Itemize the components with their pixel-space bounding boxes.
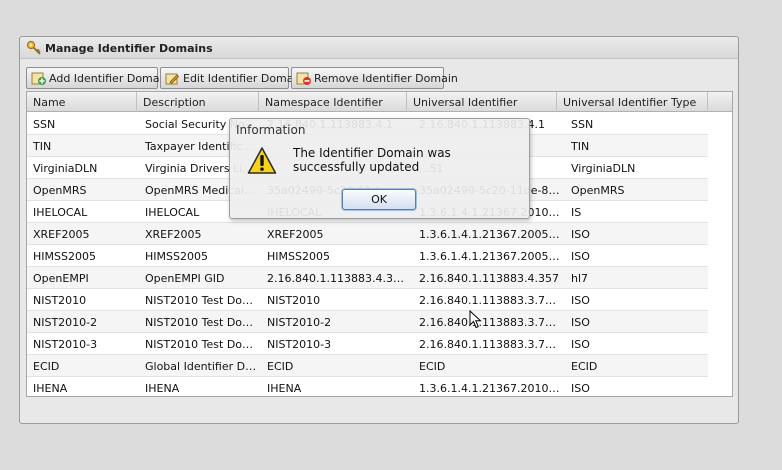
table-cell: 2.16.840.1.113883.3.72.5.9.2: [419, 316, 561, 329]
dialog-message: The Identifier Domain was successfully u…: [293, 146, 451, 174]
table-cell: OpenEMPI GID: [145, 272, 225, 285]
column-header-name[interactable]: Name: [27, 92, 137, 112]
key-icon: [26, 40, 41, 55]
table-cell: ISO: [571, 338, 590, 351]
table-cell: VirginiaDLN: [33, 162, 98, 175]
table-row[interactable]: IHENA IHENA IHENA 1.3.6.1.4.1.21367.2010.1.…: [27, 377, 708, 396]
table-cell: 2.16.840.1.113883.3.72.5.9.1: [419, 294, 561, 307]
add-identifier-domain-button[interactable]: Add Identifier Domain: [26, 67, 170, 89]
table-cell: NIST2010 Test Dom...: [145, 338, 257, 351]
table-cell: HIMSS2005: [33, 250, 96, 263]
table-row[interactable]: ECID Global Identifier Do... ECID ECID ECID: [27, 355, 708, 377]
table-cell: OpenEMPI: [33, 272, 89, 285]
table-cell: 2.16.840.1.113883.3.72.5.9.3: [419, 338, 561, 351]
table-cell: ECID: [419, 360, 446, 373]
table-row[interactable]: NIST2010-3 NIST2010 Test Dom... NIST2010-3…: [27, 333, 708, 355]
column-header-universal-identifier-type[interactable]: Universal Identifier Type: [557, 92, 708, 112]
table-cell: NIST2010: [267, 294, 321, 307]
add-icon: [31, 72, 46, 85]
table-cell: NIST2010-3: [33, 338, 98, 351]
table-cell: NIST2010 Test Dom...: [145, 294, 257, 307]
table-cell: IHENA: [267, 382, 302, 395]
table-cell: XREF2005: [33, 228, 90, 241]
table-cell: OpenMRS: [33, 184, 87, 197]
remove-label: Remove Identifier Domain: [314, 72, 458, 85]
table-cell: NIST2010: [33, 294, 87, 307]
table-cell: ISO: [571, 316, 590, 329]
table-row[interactable]: NIST2010-2 NIST2010 Test Dom... NIST2010-2…: [27, 311, 708, 333]
table-cell: TIN: [33, 140, 52, 153]
edit-label: Edit Identifier Domain: [183, 72, 304, 85]
table-cell: 2.16.840.1.113883.4.357: [419, 272, 559, 285]
table-row[interactable]: OpenEMPI OpenEMPI GID 2.16.840.1.113883.4.…: [27, 267, 708, 289]
table-cell: NIST2010-2: [33, 316, 98, 329]
table-cell: Global Identifier Do...: [145, 360, 257, 373]
column-header-universal-identifier[interactable]: Universal Identifier: [407, 92, 557, 112]
table-row[interactable]: HIMSS2005 HIMSS2005 HIMSS2005 1.3.6.1.4.1.2…: [27, 245, 708, 267]
add-label: Add Identifier Domain: [49, 72, 170, 85]
ok-button[interactable]: OK: [342, 189, 416, 210]
table-cell: ISO: [571, 250, 590, 263]
information-dialog: Information The Identifier Domain was su…: [229, 118, 530, 219]
table-cell: 1.3.6.1.4.1.21367.2010.1.2...: [419, 382, 561, 395]
remove-icon: [296, 72, 311, 85]
table-cell: ISO: [571, 294, 590, 307]
table-header: Name Description Namespace Identifier Un…: [27, 92, 732, 112]
table-cell: ISO: [571, 382, 590, 395]
column-header-description[interactable]: Description: [137, 92, 259, 112]
table-cell: ECID: [33, 360, 60, 373]
dialog-title: Information: [236, 123, 306, 137]
table-cell: 1.3.6.1.4.1.21367.2005.1.1: [419, 250, 561, 263]
table-cell: 1.3.6.1.4.1.21367.2005.1.2: [419, 228, 561, 241]
column-header-namespace-identifier[interactable]: Namespace Identifier: [259, 92, 407, 112]
edit-identifier-domain-button[interactable]: Edit Identifier Domain: [160, 67, 304, 89]
table-cell: HIMSS2005: [267, 250, 330, 263]
panel-header: Manage Identifier Domains: [20, 37, 738, 59]
panel-title: Manage Identifier Domains: [45, 42, 213, 55]
table-cell: ECID: [571, 360, 598, 373]
edit-icon: [165, 73, 180, 85]
table-cell: IHENA: [145, 382, 180, 395]
table-cell: HIMSS2005: [145, 250, 208, 263]
table-cell: NIST2010 Test Dom...: [145, 316, 257, 329]
table-cell: TIN: [571, 140, 590, 153]
table-cell: IHELOCAL: [33, 206, 88, 219]
table-cell: IHENA: [33, 382, 68, 395]
table-cell: OpenMRS: [571, 184, 625, 197]
table-cell: NIST2010-2: [267, 316, 332, 329]
table-cell: hl7: [571, 272, 589, 285]
table-cell: SSN: [571, 118, 594, 131]
manage-identifier-domains-panel: Manage Identifier Domains Add Identifier…: [19, 36, 739, 424]
table-cell: IS: [571, 206, 582, 219]
warning-icon: [247, 147, 277, 174]
table-cell: XREF2005: [145, 228, 202, 241]
remove-identifier-domain-button[interactable]: Remove Identifier Domain: [291, 67, 458, 89]
table-cell: VirginiaDLN: [571, 162, 636, 175]
table-cell: ECID: [267, 360, 294, 373]
table-cell: ISO: [571, 228, 590, 241]
table-row[interactable]: NIST2010 NIST2010 Test Dom... NIST2010 2.16…: [27, 289, 708, 311]
table-cell: SSN: [33, 118, 56, 131]
mouse-cursor-icon: [469, 310, 482, 329]
table-cell: 2.16.840.1.113883.4.357: [267, 272, 406, 285]
table-row[interactable]: XREF2005 XREF2005 XREF2005 1.3.6.1.4.1.2136…: [27, 223, 708, 245]
table-cell: XREF2005: [267, 228, 324, 241]
table-cell: NIST2010-3: [267, 338, 332, 351]
